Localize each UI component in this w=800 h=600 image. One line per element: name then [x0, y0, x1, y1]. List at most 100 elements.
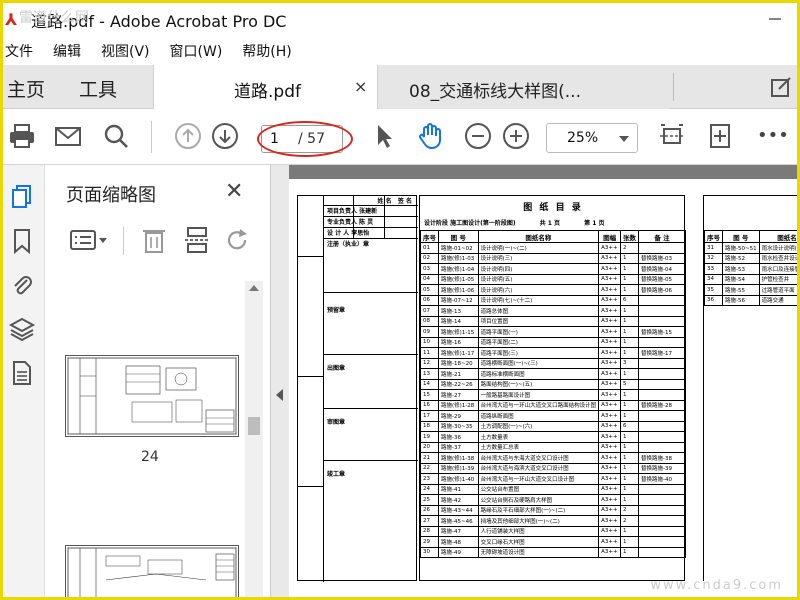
tab-document-active[interactable]: 道路.pdf ×	[153, 65, 378, 109]
hand-tool-icon[interactable]	[415, 121, 445, 151]
stamp-row: 注册（执业）章	[324, 239, 418, 293]
table-cell: 36	[704, 294, 723, 306]
thumbnails-panel: 页面缩略图 ✕ 24	[45, 165, 271, 597]
band-divider	[298, 376, 324, 377]
table-cell: 路施(修)1-17	[438, 347, 479, 359]
menu-file[interactable]: 文件	[5, 41, 33, 61]
fit-width-icon[interactable]	[657, 121, 687, 151]
table-cell: 路施-13	[438, 305, 479, 317]
more-options-icon[interactable]: •••	[757, 121, 789, 151]
table-cell	[638, 336, 686, 348]
insert-page-icon[interactable]	[183, 225, 211, 255]
table-cell: 道路纵断面图	[477, 410, 600, 422]
share-icon[interactable]	[769, 75, 793, 99]
tab-bar: 主页 工具 道路.pdf × 08_交通标线大样图(...	[3, 65, 797, 109]
tab-home[interactable]: 主页	[7, 75, 45, 102]
table-cell	[638, 515, 686, 527]
table-cell: 路施(修)1-05	[438, 273, 479, 285]
attachment-icon[interactable]	[8, 271, 36, 299]
table-cell	[638, 368, 686, 380]
thumbnail-options-icon[interactable]	[69, 225, 109, 255]
table-cell: 20	[420, 441, 439, 453]
page-thumbnails-icon[interactable]	[8, 183, 36, 211]
table-cell	[638, 294, 686, 306]
rotate-icon[interactable]	[225, 225, 251, 255]
bookmark-icon[interactable]	[8, 227, 36, 255]
table-row: 20 路施-37 土方数量汇总表 A3++ 1	[420, 441, 686, 453]
table-cell: 15	[420, 389, 439, 401]
chevron-left-icon	[276, 389, 283, 401]
table-cell: 29	[420, 536, 439, 548]
table-cell: A3++	[598, 294, 622, 306]
tab-document-2[interactable]: 08_交通标线大样图(...	[379, 65, 669, 109]
minimize-icon[interactable]	[767, 11, 783, 27]
select-cursor-icon[interactable]	[369, 121, 399, 151]
table-cell: 02	[420, 252, 439, 264]
scroll-thumb[interactable]	[248, 417, 260, 435]
table-cell: 土方数量表	[477, 431, 600, 443]
top-watermark: 雷道什么网	[19, 10, 89, 26]
stamp-row: 竣工章	[327, 471, 346, 478]
table-row: 27 路施-45~46 挡墙及其他细部大样图(一)~(二) A3++ 2	[420, 515, 686, 527]
menu-help[interactable]: 帮助(H)	[242, 41, 291, 61]
zoom-out-icon[interactable]	[463, 121, 493, 151]
table-cell: 路施(修)1-04	[438, 263, 479, 275]
table-cell: A3++	[598, 357, 622, 369]
table-row: 11 路施(修)1-17 道路平面图(三) A3++ 1 替换路施-17	[420, 347, 686, 359]
thumbnail-scrollbar[interactable]	[245, 281, 263, 597]
table-cell: 公交站台侧石及硬路肩大样图	[477, 494, 600, 506]
trash-icon[interactable]	[141, 225, 167, 255]
table-cell: 雨水设计说明(一)~(二)	[758, 242, 797, 254]
table-row: 30 路施-49 无障碍坡道设计图 A3++ 1	[420, 546, 686, 558]
table-header-cell: 图幅	[598, 230, 622, 243]
table-cell: A3++	[598, 378, 622, 390]
table-row: 07 路施-13 道路总体图 A3++ 1	[420, 305, 686, 317]
table-cell: 1	[620, 546, 640, 558]
table-cell: 17	[420, 410, 439, 422]
table-cell: A3++	[598, 410, 622, 422]
search-icon[interactable]	[101, 121, 131, 151]
table-cell: 28	[420, 525, 439, 537]
table-cell	[638, 410, 686, 422]
menu-window[interactable]: 窗口(W)	[170, 41, 223, 61]
next-page-icon[interactable]	[210, 121, 240, 151]
table-cell: 交叉口缘石大样图	[477, 536, 600, 548]
tab-tools[interactable]: 工具	[79, 75, 117, 102]
mail-icon[interactable]	[53, 121, 83, 151]
table-cell: 10	[420, 336, 439, 348]
table-cell: 台州湾大道与一环山大道交叉口路面结构设计图	[477, 399, 600, 411]
zoom-select[interactable]: 25%	[546, 123, 638, 153]
menu-view[interactable]: 视图(V)	[101, 41, 150, 61]
full-screen-icon[interactable]	[705, 121, 735, 151]
page-thumbnail-24[interactable]	[65, 355, 239, 437]
table-cell: 台州湾大道与一环山大道交叉口设计图	[477, 473, 600, 485]
layers-icon[interactable]	[8, 315, 36, 343]
table-cell: 替换路施-39	[638, 462, 686, 474]
table-cell: A3++	[598, 336, 622, 348]
table-cell: 一般路基路面设计图	[477, 389, 600, 401]
page-thumbnail-25[interactable]	[65, 545, 239, 597]
table-row: 33 路施-53 雨水口及连接管	[704, 263, 797, 275]
table-row: 28 路施-47 人行道铺装大样图 A3++ 1	[420, 525, 686, 537]
previous-page-icon[interactable]	[173, 121, 203, 151]
print-icon[interactable]	[7, 121, 37, 151]
scroll-up-icon[interactable]	[249, 285, 259, 291]
table-row: 19 路施-36 土方数量表 A3++ 1	[420, 431, 686, 443]
document-icon[interactable]	[8, 359, 36, 387]
table-cell: 设计说明(三)	[477, 252, 600, 264]
close-icon[interactable]: ×	[354, 77, 367, 96]
catalog-page-index: 第 1 页	[584, 220, 605, 227]
close-icon[interactable]: ✕	[225, 179, 249, 204]
table-row: 06 路施-07~12 设计说明(七)~(十二) A3++ 6	[420, 294, 686, 306]
table-header-cell: 序号	[420, 230, 439, 243]
table-cell: A3++	[598, 431, 622, 443]
stamp-row: 设 计 人 李思怡	[324, 228, 418, 239]
menu-edit[interactable]: 编辑	[53, 41, 81, 61]
table-row: 17 路施-29 道路纵断面图 A3++ 1	[420, 410, 686, 422]
document-view[interactable]: 姓 名 签 名 项目负责人 张建新 专业负责人 陈 灵 设 计 人 李思怡 注册…	[289, 165, 797, 597]
table-cell: 路施-47	[438, 525, 479, 537]
tab-divider	[673, 73, 674, 101]
table-cell: 道路标准横断面图	[477, 368, 600, 380]
panel-collapse-handle[interactable]	[271, 165, 289, 597]
zoom-in-icon[interactable]	[501, 121, 531, 151]
